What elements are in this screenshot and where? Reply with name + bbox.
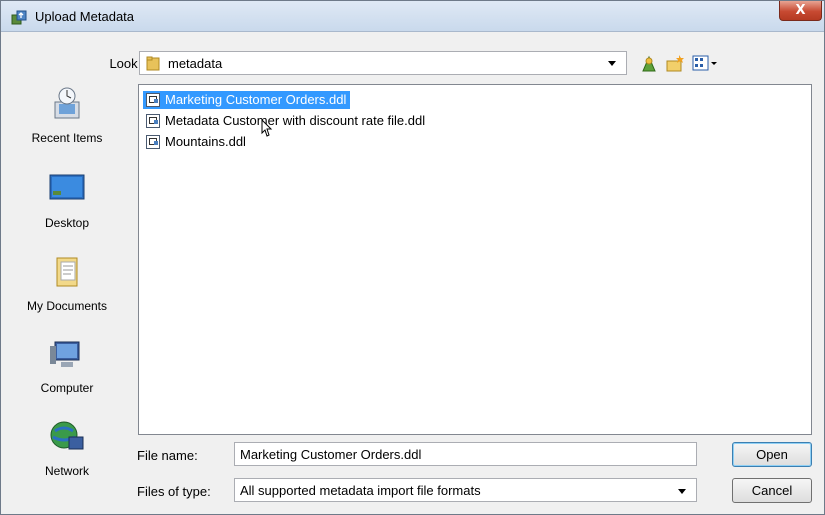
network-icon [50, 421, 84, 450]
computer-icon [50, 341, 80, 367]
place-label: Computer [40, 381, 94, 395]
look-in-value: metadata [168, 56, 223, 71]
view-menu-icon[interactable] [691, 53, 721, 73]
places-bar: Recent Items Desktop My Documents Comput… [7, 84, 134, 504]
my-documents-icon [56, 257, 78, 287]
recent-items-icon [54, 87, 80, 119]
file-name-label: File name: [137, 448, 198, 463]
file-name-input[interactable] [234, 442, 697, 466]
upload-metadata-dialog: Upload Metadata X Look in: metadata Rece… [0, 0, 825, 515]
new-folder-icon[interactable] [665, 53, 685, 73]
file-name: Metadata Customer with discount rate fil… [165, 113, 426, 128]
look-in-dropdown[interactable]: metadata [139, 51, 627, 75]
ddl-file-icon [146, 114, 160, 128]
file-type-label: Files of type: [137, 484, 211, 499]
place-label: Recent Items [31, 131, 103, 145]
title-bar[interactable]: Upload Metadata X [1, 1, 824, 32]
file-item[interactable]: Metadata Customer with discount rate fil… [143, 112, 429, 130]
mouse-cursor-icon [261, 119, 273, 137]
place-label: Network [44, 464, 89, 478]
chevron-down-icon[interactable] [608, 61, 616, 66]
file-name: Marketing Customer Orders.ddl [165, 92, 347, 107]
place-label: My Documents [26, 299, 108, 313]
file-item[interactable]: Marketing Customer Orders.ddl [143, 91, 351, 109]
place-recent-items[interactable]: Recent Items [7, 84, 127, 145]
cancel-button[interactable]: Cancel [732, 478, 812, 503]
desktop-icon [49, 174, 85, 200]
file-name: Mountains.ddl [165, 134, 246, 149]
place-network[interactable]: Network [7, 417, 127, 478]
up-folder-icon[interactable] [639, 53, 659, 73]
open-button[interactable]: Open [732, 442, 812, 467]
upload-icon [11, 10, 27, 25]
place-computer[interactable]: Computer [7, 334, 127, 395]
ddl-file-icon [146, 93, 160, 107]
ddl-file-icon [146, 135, 160, 149]
place-label: Desktop [44, 216, 90, 230]
window-title: Upload Metadata [35, 9, 135, 24]
file-type-dropdown[interactable]: All supported metadata import file forma… [234, 478, 697, 502]
close-button[interactable]: X [779, 1, 822, 21]
folder-icon [146, 56, 160, 71]
place-my-documents[interactable]: My Documents [7, 252, 127, 313]
place-desktop[interactable]: Desktop [7, 169, 127, 230]
file-item[interactable]: Mountains.ddl [143, 133, 250, 151]
chevron-down-icon[interactable] [678, 489, 686, 494]
file-list[interactable]: Marketing Customer Orders.ddl Metadata C… [138, 84, 812, 435]
file-type-value: All supported metadata import file forma… [240, 483, 481, 498]
